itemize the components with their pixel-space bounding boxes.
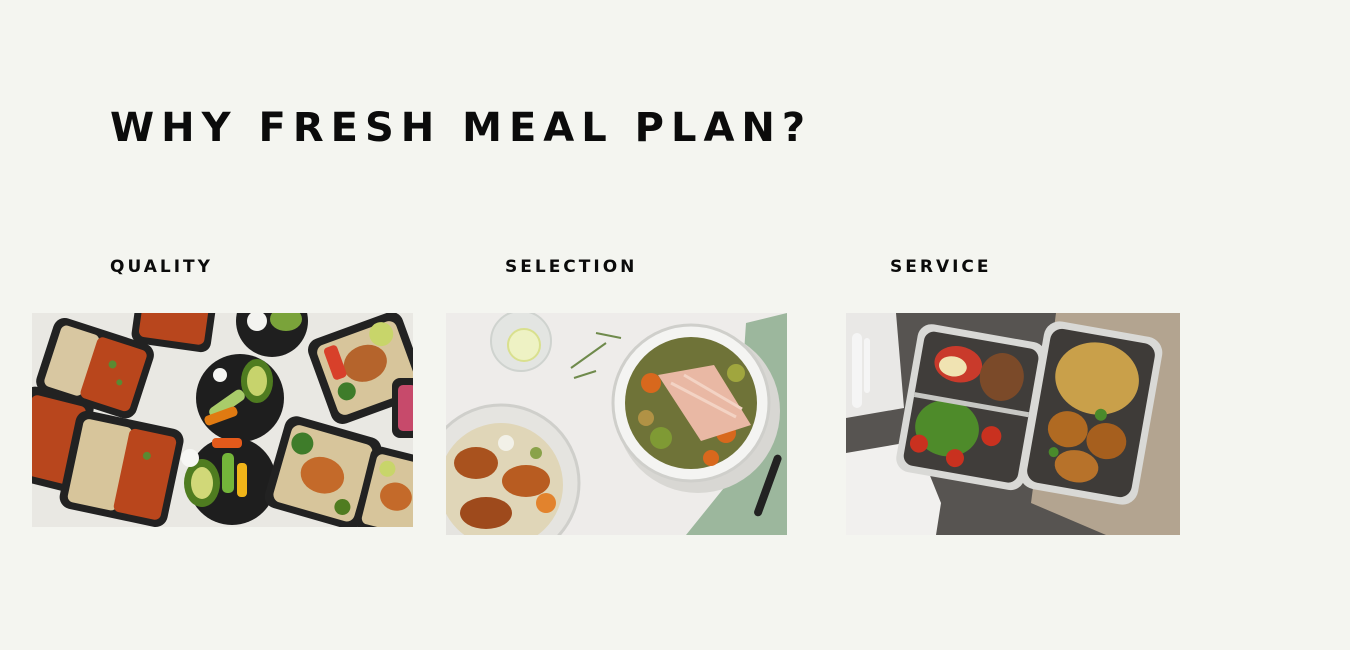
service-image: [846, 313, 1180, 535]
salmon-bowl-photo: [446, 313, 787, 535]
feature-label-service: SERVICE: [890, 257, 992, 277]
why-section: WHY FRESH MEAL PLAN? QUALITY SELECTION S…: [0, 0, 1350, 650]
lunchbox-photo: [846, 313, 1180, 535]
selection-image: [446, 313, 787, 535]
meal-prep-containers-photo: [32, 313, 413, 527]
feature-label-quality: QUALITY: [110, 257, 213, 277]
section-title: WHY FRESH MEAL PLAN?: [110, 105, 813, 151]
feature-label-selection: SELECTION: [505, 257, 638, 277]
quality-image: [32, 313, 413, 527]
